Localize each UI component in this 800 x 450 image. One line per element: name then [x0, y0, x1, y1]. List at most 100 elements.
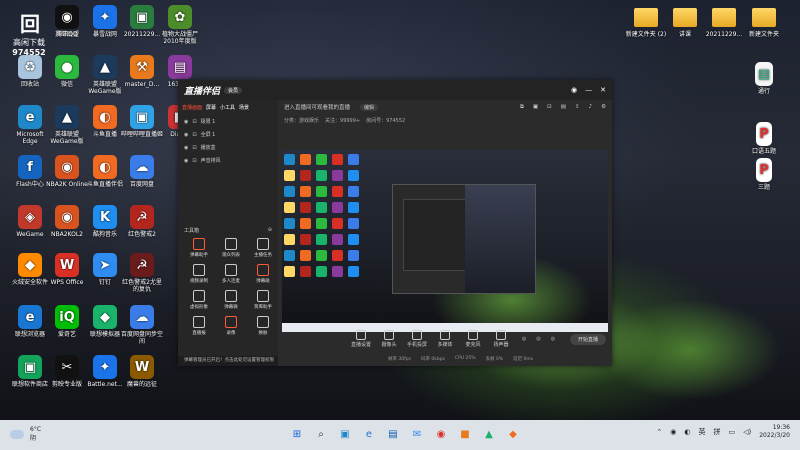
desktop-icon[interactable]: 20211229...	[702, 5, 746, 38]
weather-widget[interactable]: 6°C 阴	[10, 426, 41, 442]
tray-app-icon[interactable]: ◉	[670, 428, 676, 436]
control-2[interactable]: 手机投屏	[406, 330, 428, 348]
desktop-icon[interactable]: ✿ 植物大战僵尸 2010年度版	[158, 5, 202, 45]
upload-icon[interactable]: ⇪	[575, 104, 580, 111]
control-4[interactable]: 麦克风	[462, 330, 484, 348]
tool-item[interactable]: 贺库助手	[248, 290, 278, 310]
network-icon[interactable]: ▭	[728, 428, 735, 436]
record-icon[interactable]: ▣	[533, 104, 538, 111]
preview-icon	[300, 186, 311, 197]
taskbar-app-2[interactable]: ▣	[336, 425, 354, 443]
weather-temp: 6°C	[30, 426, 42, 433]
desktop-icon[interactable]: ☁ 百度网盘同步空间	[120, 305, 164, 345]
eye-icon[interactable]: ◉	[184, 119, 188, 125]
tool-item[interactable]: 视频录制	[184, 264, 214, 284]
scene-item[interactable]: ◉ ⊡ 播放盒	[178, 141, 278, 154]
scene-item[interactable]: ◉ ⊡ 极限 1	[178, 115, 278, 128]
minimize-icon[interactable]: —	[585, 86, 592, 94]
taskbar-app-6[interactable]: ◉	[432, 425, 450, 443]
taskbar-app-8[interactable]: ▲	[480, 425, 498, 443]
desktop-icon[interactable]: 新建文件夹 (2)	[624, 5, 668, 38]
avatar-icon[interactable]: ◉	[571, 86, 577, 94]
scene-item[interactable]: ◉ ⊡ 全屏 1	[178, 128, 278, 141]
desktop-icon[interactable]: ☁ 百度网盘	[120, 155, 164, 188]
room-edit-button[interactable]: 编辑	[360, 103, 379, 111]
tool-item[interactable]: 主播任务	[248, 238, 278, 258]
desktop-icon[interactable]: P 口语五题	[742, 122, 786, 155]
control-5[interactable]: 扬声器	[490, 330, 512, 348]
eye-icon[interactable]: ◉	[184, 132, 188, 138]
stream-stats: 帧率 30fps 码率 0kbps CPU 25% 丢帧 0% 延迟 0ms	[278, 356, 612, 362]
scene-item[interactable]: ◉ ⊡ 声音排风	[178, 154, 278, 167]
control-0[interactable]: 直播设置	[350, 330, 372, 348]
toolbox-settings-icon[interactable]: ⊖	[268, 227, 272, 234]
tool-item[interactable]: 弹幕碰	[248, 264, 278, 284]
window-titlebar[interactable]: 直播伴侣 会员 ◉ — ✕	[178, 80, 612, 100]
share-icon[interactable]: ⧉	[520, 104, 524, 111]
chevron-up-icon[interactable]: ⌃	[656, 428, 662, 436]
tool-item[interactable]: 弹幕助手	[184, 238, 214, 258]
desktop-icon[interactable]: ☭ 红色警戒2	[120, 205, 164, 238]
tool-item[interactable]: 虚拟形象	[184, 290, 214, 310]
desktop-icon[interactable]: ◉ 腾讯QQ	[45, 5, 89, 38]
desktop-icon[interactable]: 讲课	[663, 5, 707, 38]
tool-icon	[193, 316, 205, 328]
taskbar-app-7[interactable]: ■	[456, 425, 474, 443]
desktop-icon[interactable]: W 魔兽的远征	[120, 355, 164, 388]
lock-icon[interactable]: ⊡	[192, 158, 196, 164]
tab-1[interactable]: 屏幕	[206, 104, 216, 111]
go-live-button[interactable]: 开始直播	[569, 333, 606, 345]
tab-2[interactable]: 小工具	[220, 104, 235, 111]
clock-icon[interactable]: ◎	[536, 336, 540, 342]
control-3[interactable]: 多媒体	[434, 330, 456, 348]
preview-icon	[348, 186, 359, 197]
room-info-item: 房间号：974552	[366, 117, 406, 124]
tab-0[interactable]: 直播画面	[182, 104, 202, 111]
desktop-icon[interactable]: ▤ 通行	[742, 62, 786, 95]
ime-mode[interactable]: 拼	[713, 427, 720, 437]
tool-item[interactable]: 直播报	[184, 316, 214, 336]
notification-icon[interactable]: ♪	[589, 104, 593, 111]
desktop-icon-label: 新建文件夹	[748, 31, 779, 38]
preview-icon	[348, 202, 359, 213]
lock-icon[interactable]: ⊡	[192, 145, 196, 151]
taskbar-app-9[interactable]: ◆	[504, 425, 522, 443]
volume-icon[interactable]: ◁)	[743, 428, 751, 436]
desktop-icon[interactable]: P 三题	[742, 158, 786, 191]
tool-item[interactable]: 多人连麦	[216, 264, 246, 284]
lock-icon[interactable]: ⊡	[192, 119, 196, 125]
live-preview[interactable]	[282, 150, 608, 332]
tool-item[interactable]: 换肤	[248, 316, 278, 336]
eye-icon[interactable]: ◉	[184, 145, 188, 151]
member-badge[interactable]: 会员	[224, 86, 243, 94]
tab-3[interactable]: 场景	[239, 104, 249, 111]
tray-app2-icon[interactable]: ◐	[684, 428, 690, 436]
taskbar-app-3[interactable]: e	[360, 425, 378, 443]
control-1[interactable]: 摄像头	[378, 330, 400, 348]
admin-notice[interactable]: 弹幕管理员已开启！点击此处可设置管理权限	[178, 356, 278, 366]
taskbar-app-4[interactable]: ▤	[384, 425, 402, 443]
lock-icon[interactable]: ⊡	[547, 104, 552, 111]
desktop-icon[interactable]: ☭ 红色警戒2尤里的复仇	[120, 253, 164, 293]
app-icon: K	[93, 205, 117, 229]
eye-icon[interactable]: ◉	[184, 158, 188, 164]
live-companion-window[interactable]: 直播伴侣 会员 ◉ — ✕ 直播画面 屏幕 小工具 场景 ◉ ⊡ 极限 1 ◉ ⊡ 全屏 1 ◉ ⊡…	[178, 80, 612, 366]
tool-label: 视频录制	[190, 279, 208, 284]
tool-item[interactable]: 弹幕微	[216, 290, 246, 310]
ime-lang[interactable]: 英	[698, 427, 705, 437]
desktop-icon[interactable]: 新建文件夹	[742, 5, 786, 38]
camera-icon[interactable]: ◎	[522, 336, 526, 342]
clock[interactable]: 19:36 2022/3/20	[759, 424, 790, 440]
tool-icon	[225, 238, 237, 250]
taskbar-app-0[interactable]: ⊞	[288, 425, 306, 443]
lock-icon[interactable]: ⊡	[192, 132, 196, 138]
settings-icon[interactable]: ⚙	[601, 104, 606, 111]
close-icon[interactable]: ✕	[600, 86, 606, 94]
tool-item[interactable]: 观众列表	[216, 238, 246, 258]
settings-icon[interactable]: ◎	[551, 336, 555, 342]
layout-icon[interactable]: ▤	[561, 104, 566, 111]
preview-icon	[300, 234, 311, 245]
taskbar-app-1[interactable]: ⌕	[312, 425, 330, 443]
tool-item[interactable]: 录像	[216, 316, 246, 336]
taskbar-app-5[interactable]: ✉	[408, 425, 426, 443]
